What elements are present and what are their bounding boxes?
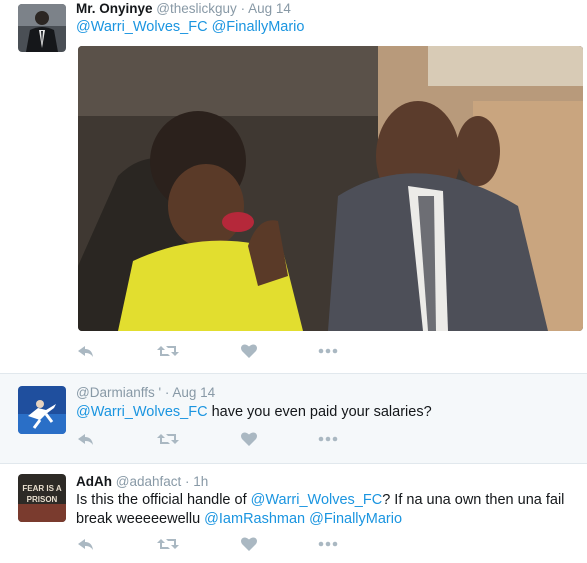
tweet-line-2: break weeeeewellu @IamRashman @FinallyMa… (76, 510, 576, 529)
avatar[interactable] (18, 386, 66, 434)
display-name[interactable]: Mr. Onyinye (76, 1, 153, 16)
mention-link[interactable]: @FinallyMario (212, 19, 305, 35)
timestamp[interactable]: Aug 14 (172, 385, 215, 400)
display-name[interactable]: AdAh (76, 474, 112, 489)
tweet-line-1: Is this the official handle of @Warri_Wo… (76, 491, 576, 510)
tweet-1[interactable]: Mr. Onyinye @theslickguy · Aug 14 @Warri… (0, 0, 587, 373)
like-icon[interactable] (240, 342, 264, 360)
tweet-header: Mr. Onyinye @theslickguy · Aug 14 (76, 1, 291, 16)
mention-link[interactable]: @Warri_Wolves_FC (76, 19, 208, 35)
tweet-body: have you even paid your salaries? (207, 404, 432, 420)
tweet-text: Is this the official handle of @Warri_Wo… (76, 491, 576, 529)
reply-icon[interactable] (76, 430, 100, 448)
more-icon[interactable] (317, 342, 341, 360)
more-icon[interactable] (317, 430, 341, 448)
reply-icon[interactable] (76, 342, 100, 360)
separator: · (240, 1, 246, 16)
tweet-photo[interactable] (78, 46, 583, 331)
tweet-body: ? If na una own then una fail (382, 492, 565, 508)
retweet-icon[interactable] (157, 342, 181, 360)
tweet-header: @Darmianffs ' · Aug 14 (76, 385, 215, 400)
mention-link[interactable]: @Warri_Wolves_FC (251, 492, 383, 508)
like-icon[interactable] (240, 430, 264, 448)
avatar-text-line1: FEAR IS A (22, 484, 61, 493)
tweet-header: AdAh @adahfact · 1h (76, 474, 208, 489)
username[interactable]: @theslickguy (156, 1, 237, 16)
mention-link[interactable]: @Warri_Wolves_FC (76, 404, 208, 420)
mention-link[interactable]: @FinallyMario (309, 511, 402, 527)
avatar[interactable]: FEAR IS A PRISON (18, 474, 66, 522)
timestamp[interactable]: 1h (193, 474, 208, 489)
tweet-2[interactable]: @Darmianffs ' · Aug 14 @Warri_Wolves_FC … (0, 373, 587, 463)
like-icon[interactable] (240, 535, 264, 553)
retweet-icon[interactable] (157, 430, 181, 448)
avatar-text-line2: PRISON (27, 495, 58, 504)
avatar[interactable] (18, 4, 66, 52)
retweet-icon[interactable] (157, 535, 181, 553)
more-icon[interactable] (317, 535, 341, 553)
timestamp[interactable]: Aug 14 (248, 1, 291, 16)
mention-link[interactable]: @IamRashman (204, 511, 305, 527)
tweet-text: @Warri_Wolves_FC @FinallyMario (76, 18, 304, 37)
separator: · (164, 385, 170, 400)
tweet-body: break weeeeewellu (76, 511, 205, 527)
username[interactable]: @Darmianffs ' (76, 385, 161, 400)
username[interactable]: @adahfact (116, 474, 182, 489)
separator: · (185, 474, 190, 489)
tweet-text: @Warri_Wolves_FC have you even paid your… (76, 403, 432, 422)
tweet-body: Is this the official handle of (76, 492, 251, 508)
reply-icon[interactable] (76, 535, 100, 553)
